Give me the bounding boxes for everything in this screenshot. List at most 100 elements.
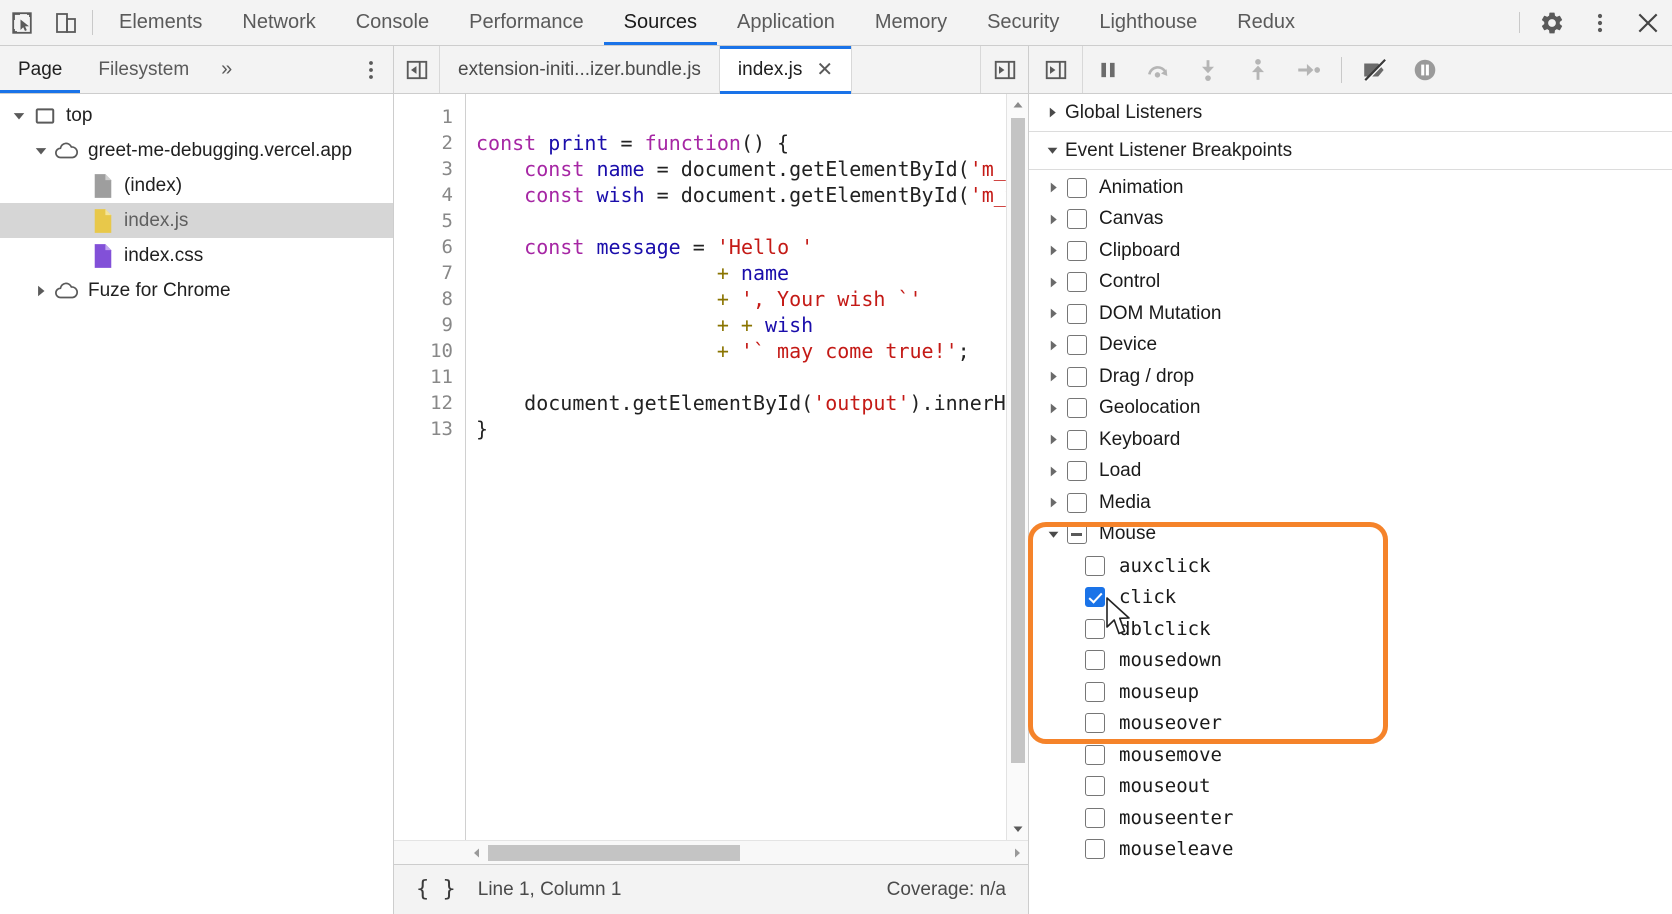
chevron-right-icon[interactable] [1039, 496, 1067, 509]
event-breakpoint-click[interactable]: click [1029, 582, 1672, 614]
close-icon[interactable] [1624, 0, 1672, 45]
chevron-right-icon[interactable] [1039, 244, 1067, 257]
event-breakpoint-category-animation[interactable]: Animation [1029, 172, 1672, 204]
checkbox[interactable] [1067, 303, 1087, 324]
tab-performance[interactable]: Performance [449, 0, 604, 45]
scroll-left-icon[interactable] [466, 847, 488, 859]
event-breakpoint-mouseenter[interactable]: mouseenter [1029, 802, 1672, 834]
event-breakpoint-category-clipboard[interactable]: Clipboard [1029, 235, 1672, 267]
chevron-down-icon[interactable] [1039, 528, 1067, 541]
chevron-right-icon[interactable] [30, 284, 52, 298]
checkbox[interactable] [1085, 650, 1105, 671]
chevron-right-icon[interactable] [1039, 307, 1067, 320]
pause-icon[interactable] [1083, 46, 1133, 93]
chevron-right-icon[interactable] [1039, 181, 1067, 194]
event-breakpoint-category-mouse[interactable]: Mouse [1029, 519, 1672, 551]
chevron-right-icon[interactable] [1039, 106, 1065, 119]
navigator-tab-page[interactable]: Page [0, 46, 81, 93]
tree-item-index-js[interactable]: index.js [0, 203, 393, 238]
tree-item-origin[interactable]: greet-me-debugging.vercel.app [0, 133, 393, 168]
chevron-down-icon[interactable] [30, 144, 52, 158]
tab-memory[interactable]: Memory [855, 0, 967, 45]
pause-on-exceptions-icon[interactable] [1400, 46, 1450, 93]
editor-tab-index-js[interactable]: index.js ✕ [719, 46, 853, 94]
chevron-right-icon[interactable] [1039, 339, 1067, 352]
event-breakpoint-category-load[interactable]: Load [1029, 456, 1672, 488]
scrollbar-thumb[interactable] [1010, 118, 1025, 763]
checkbox[interactable] [1067, 398, 1087, 419]
checkbox[interactable] [1067, 209, 1087, 230]
event-breakpoint-mouseover[interactable]: mouseover [1029, 708, 1672, 740]
event-breakpoint-dblclick[interactable]: dblclick [1029, 613, 1672, 645]
chevron-down-icon[interactable] [1039, 144, 1065, 157]
section-event-listener-breakpoints[interactable]: Event Listener Breakpoints [1029, 132, 1672, 170]
step-icon[interactable] [1283, 46, 1333, 93]
scroll-up-icon[interactable] [1007, 94, 1029, 116]
scrollbar-track[interactable] [488, 841, 1006, 864]
event-breakpoint-mousemove[interactable]: mousemove [1029, 739, 1672, 771]
navigator-tab-filesystem[interactable]: Filesystem [80, 46, 207, 93]
navigator-more-tabs-button[interactable]: » [207, 46, 246, 93]
checkbox[interactable] [1085, 681, 1105, 702]
tab-application[interactable]: Application [717, 0, 855, 45]
checkbox[interactable] [1085, 618, 1105, 639]
chevron-right-icon[interactable] [1039, 370, 1067, 383]
event-breakpoint-category-dom-mutation[interactable]: DOM Mutation [1029, 298, 1672, 330]
editor-tab-extension-initializer[interactable]: extension-initi...izer.bundle.js [440, 46, 720, 93]
step-into-icon[interactable] [1183, 46, 1233, 93]
tab-redux[interactable]: Redux [1217, 0, 1315, 45]
tree-item-index-document[interactable]: (index) [0, 168, 393, 203]
checkbox[interactable] [1067, 524, 1087, 545]
chevron-right-icon[interactable] [1039, 213, 1067, 226]
checkbox[interactable] [1085, 776, 1105, 797]
close-icon[interactable]: ✕ [816, 60, 833, 80]
event-breakpoint-category-device[interactable]: Device [1029, 330, 1672, 362]
chevron-right-icon[interactable] [1039, 433, 1067, 446]
checkbox[interactable] [1067, 429, 1087, 450]
navigator-kebab-menu-icon[interactable] [349, 46, 393, 93]
event-breakpoint-category-media[interactable]: Media [1029, 487, 1672, 519]
tab-lighthouse[interactable]: Lighthouse [1079, 0, 1217, 45]
event-breakpoint-mouseleave[interactable]: mouseleave [1029, 834, 1672, 866]
checkbox[interactable] [1067, 461, 1087, 482]
checkbox[interactable] [1067, 366, 1087, 387]
checkbox[interactable] [1085, 713, 1105, 734]
tab-security[interactable]: Security [967, 0, 1079, 45]
gear-icon[interactable] [1528, 0, 1576, 45]
step-over-icon[interactable] [1133, 46, 1183, 93]
inspect-cursor-icon[interactable] [0, 0, 44, 45]
editor-horizontal-scrollbar[interactable] [394, 840, 1028, 864]
tab-sources[interactable]: Sources [603, 0, 718, 45]
chevron-right-icon[interactable] [1039, 465, 1067, 478]
tree-item-index-css[interactable]: index.css [0, 238, 393, 273]
code-editor[interactable]: 1 2 3 4 5 6 7 8 9 10 11 12 13 const prin… [394, 94, 1028, 840]
deactivate-breakpoints-icon[interactable] [1350, 46, 1400, 93]
checkbox[interactable] [1067, 177, 1087, 198]
event-breakpoint-category-drag-drop[interactable]: Drag / drop [1029, 361, 1672, 393]
section-global-listeners[interactable]: Global Listeners [1029, 94, 1672, 132]
kebab-menu-icon[interactable] [1576, 0, 1624, 45]
show-navigator-panel-icon[interactable] [1029, 46, 1083, 93]
checkbox[interactable] [1067, 335, 1087, 356]
scrollbar-thumb[interactable] [488, 845, 740, 861]
editor-vertical-scrollbar[interactable] [1006, 94, 1028, 840]
checkbox[interactable] [1085, 587, 1105, 608]
checkbox[interactable] [1067, 272, 1087, 293]
checkbox[interactable] [1085, 807, 1105, 828]
event-breakpoint-mousedown[interactable]: mousedown [1029, 645, 1672, 677]
checkbox[interactable] [1067, 240, 1087, 261]
chevron-right-icon[interactable] [1039, 402, 1067, 415]
checkbox[interactable] [1085, 744, 1105, 765]
event-breakpoint-mouseout[interactable]: mouseout [1029, 771, 1672, 803]
checkbox[interactable] [1085, 555, 1105, 576]
checkbox[interactable] [1085, 839, 1105, 860]
checkbox[interactable] [1067, 492, 1087, 513]
chevron-right-icon[interactable] [1039, 276, 1067, 289]
chevron-down-icon[interactable] [8, 109, 30, 123]
show-navigator-icon[interactable] [394, 46, 440, 93]
step-out-icon[interactable] [1233, 46, 1283, 93]
tab-elements[interactable]: Elements [99, 0, 222, 45]
event-breakpoint-category-canvas[interactable]: Canvas [1029, 204, 1672, 236]
tree-item-top[interactable]: top [0, 98, 393, 133]
tab-console[interactable]: Console [336, 0, 449, 45]
